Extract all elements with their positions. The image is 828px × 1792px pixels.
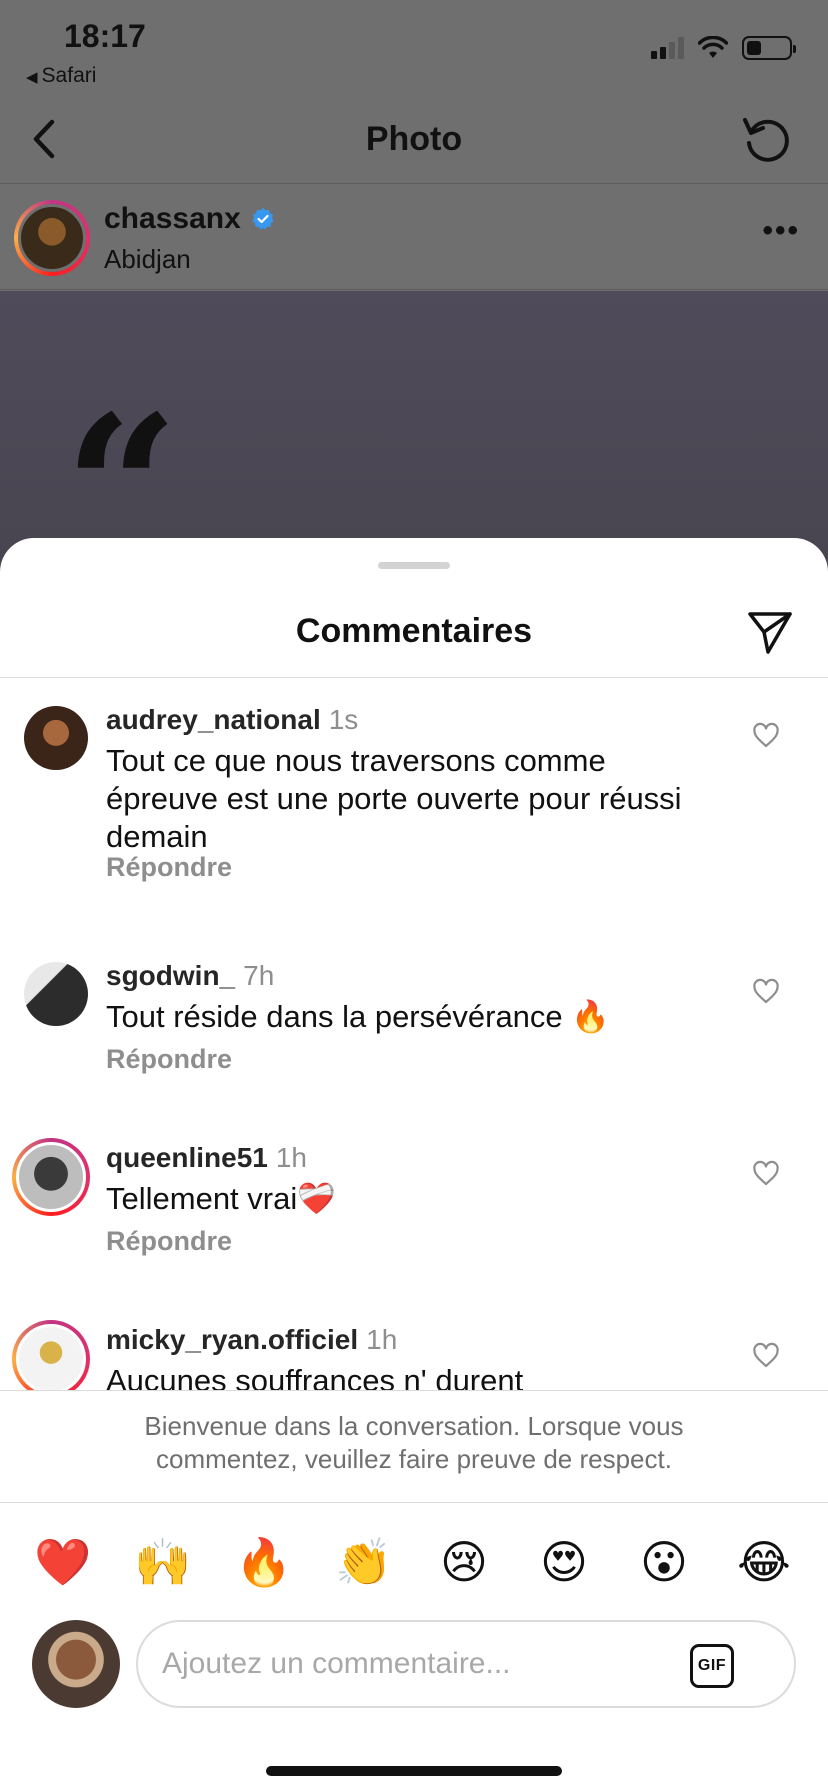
comment-input[interactable] — [162, 1640, 682, 1688]
wifi-icon — [698, 36, 728, 58]
gif-button[interactable]: GIF — [690, 1644, 734, 1688]
comment-header: sgodwin_ 7h — [106, 960, 274, 992]
comment-username[interactable]: audrey_national — [106, 704, 321, 736]
sheet-drag-handle[interactable] — [378, 562, 450, 569]
comment-input-wrapper: GIF — [136, 1620, 796, 1708]
current-user-avatar — [32, 1620, 120, 1708]
emoji-surprised-button[interactable]: 😮 — [634, 1532, 694, 1592]
back-triangle-icon: ◀ — [26, 69, 38, 86]
comment-item: sgodwin_ 7h Tout réside dans la persévér… — [0, 936, 828, 1118]
nav-bar: Photo — [0, 96, 828, 184]
comment-item: queenline51 1h Tellement vrai❤️‍🩹 Répond… — [0, 1118, 828, 1300]
comment-time: 1h — [366, 1324, 398, 1355]
back-to-app-link[interactable]: ◀ Safari — [26, 64, 96, 88]
emoji-heart-button[interactable]: ❤️ — [33, 1532, 93, 1592]
comment-header: audrey_national 1s — [106, 704, 358, 736]
comment-item: audrey_national 1s Tout ce que nous trav… — [0, 678, 828, 936]
sheet-title: Commentaires — [295, 612, 533, 650]
more-options-icon[interactable]: ••• — [762, 214, 800, 248]
divider — [0, 1502, 828, 1503]
comment-composer: GIF — [0, 1620, 828, 1720]
comment-time: 1s — [328, 704, 359, 735]
divider — [0, 1390, 828, 1391]
heart-icon[interactable] — [752, 722, 780, 750]
emoji-clap-button[interactable]: 👏 — [334, 1532, 394, 1592]
post-author[interactable]: chassanx — [104, 202, 275, 236]
page-title: Photo — [365, 120, 463, 158]
emoji-heart-eyes-button[interactable]: 😍 — [534, 1532, 594, 1592]
cellular-signal-icon — [651, 37, 684, 59]
heart-icon[interactable] — [752, 978, 780, 1006]
commenter-avatar[interactable] — [24, 706, 88, 770]
comment-username[interactable]: micky_ryan.officiel — [106, 1324, 358, 1356]
quick-emoji-bar: ❤️ 🙌 🔥 👏 😢 😍 😮 😂 — [0, 1532, 828, 1602]
status-icons — [651, 36, 796, 60]
emoji-laughing-button[interactable]: 😂 — [734, 1532, 794, 1592]
emoji-fire-button[interactable]: 🔥 — [234, 1532, 294, 1592]
comment-time: 7h — [243, 960, 275, 991]
commenter-avatar[interactable] — [12, 1320, 90, 1390]
heart-icon[interactable] — [752, 1342, 780, 1370]
comments-sheet: Commentaires audrey_national 1s Tout ce … — [0, 538, 828, 1792]
refresh-icon[interactable] — [740, 112, 794, 166]
status-time: 18:17 — [64, 18, 146, 54]
post-author-avatar[interactable] — [14, 200, 90, 276]
post-username: chassanx — [104, 202, 241, 235]
commenter-avatar[interactable] — [12, 1138, 90, 1216]
verified-badge-icon — [252, 208, 274, 230]
heart-icon[interactable] — [752, 1160, 780, 1188]
comment-username[interactable]: sgodwin_ — [106, 960, 235, 992]
comment-text: Aucunes souffrances n' durent — [106, 1363, 524, 1390]
home-indicator[interactable] — [266, 1766, 562, 1776]
emoji-raised-hands-button[interactable]: 🙌 — [133, 1532, 193, 1592]
comment-text: Tout ce que nous traversons comme épreuv… — [106, 743, 682, 854]
back-app-label: Safari — [41, 64, 97, 87]
reply-button[interactable]: Répondre — [106, 852, 232, 883]
commenter-avatar[interactable] — [24, 962, 88, 1026]
comment-header: queenline51 1h — [106, 1142, 307, 1174]
send-icon[interactable] — [746, 608, 794, 656]
reply-button[interactable]: Répondre — [106, 1226, 232, 1257]
comment-time: 1h — [275, 1142, 307, 1173]
comment-item: micky_ryan.officiel 1h Aucunes souffranc… — [0, 1300, 828, 1390]
comments-list: audrey_national 1s Tout ce que nous trav… — [0, 678, 828, 1390]
reply-button[interactable]: Répondre — [106, 1044, 232, 1075]
welcome-notice: Bienvenue dans la conversation. Lorsque … — [144, 1411, 684, 1474]
post-header: chassanx Abidjan ••• — [0, 184, 828, 290]
comment-text: Tellement vrai❤️‍🩹 — [106, 1181, 336, 1216]
comment-username[interactable]: queenline51 — [106, 1142, 268, 1174]
comment-header: micky_ryan.officiel 1h — [106, 1324, 397, 1356]
battery-icon — [742, 36, 796, 60]
comment-text: Tout réside dans la persévérance 🔥 — [106, 999, 610, 1034]
post-location[interactable]: Abidjan — [104, 244, 191, 275]
status-bar: 18:17 ◀ Safari — [0, 0, 828, 96]
emoji-crying-button[interactable]: 😢 — [434, 1532, 494, 1592]
